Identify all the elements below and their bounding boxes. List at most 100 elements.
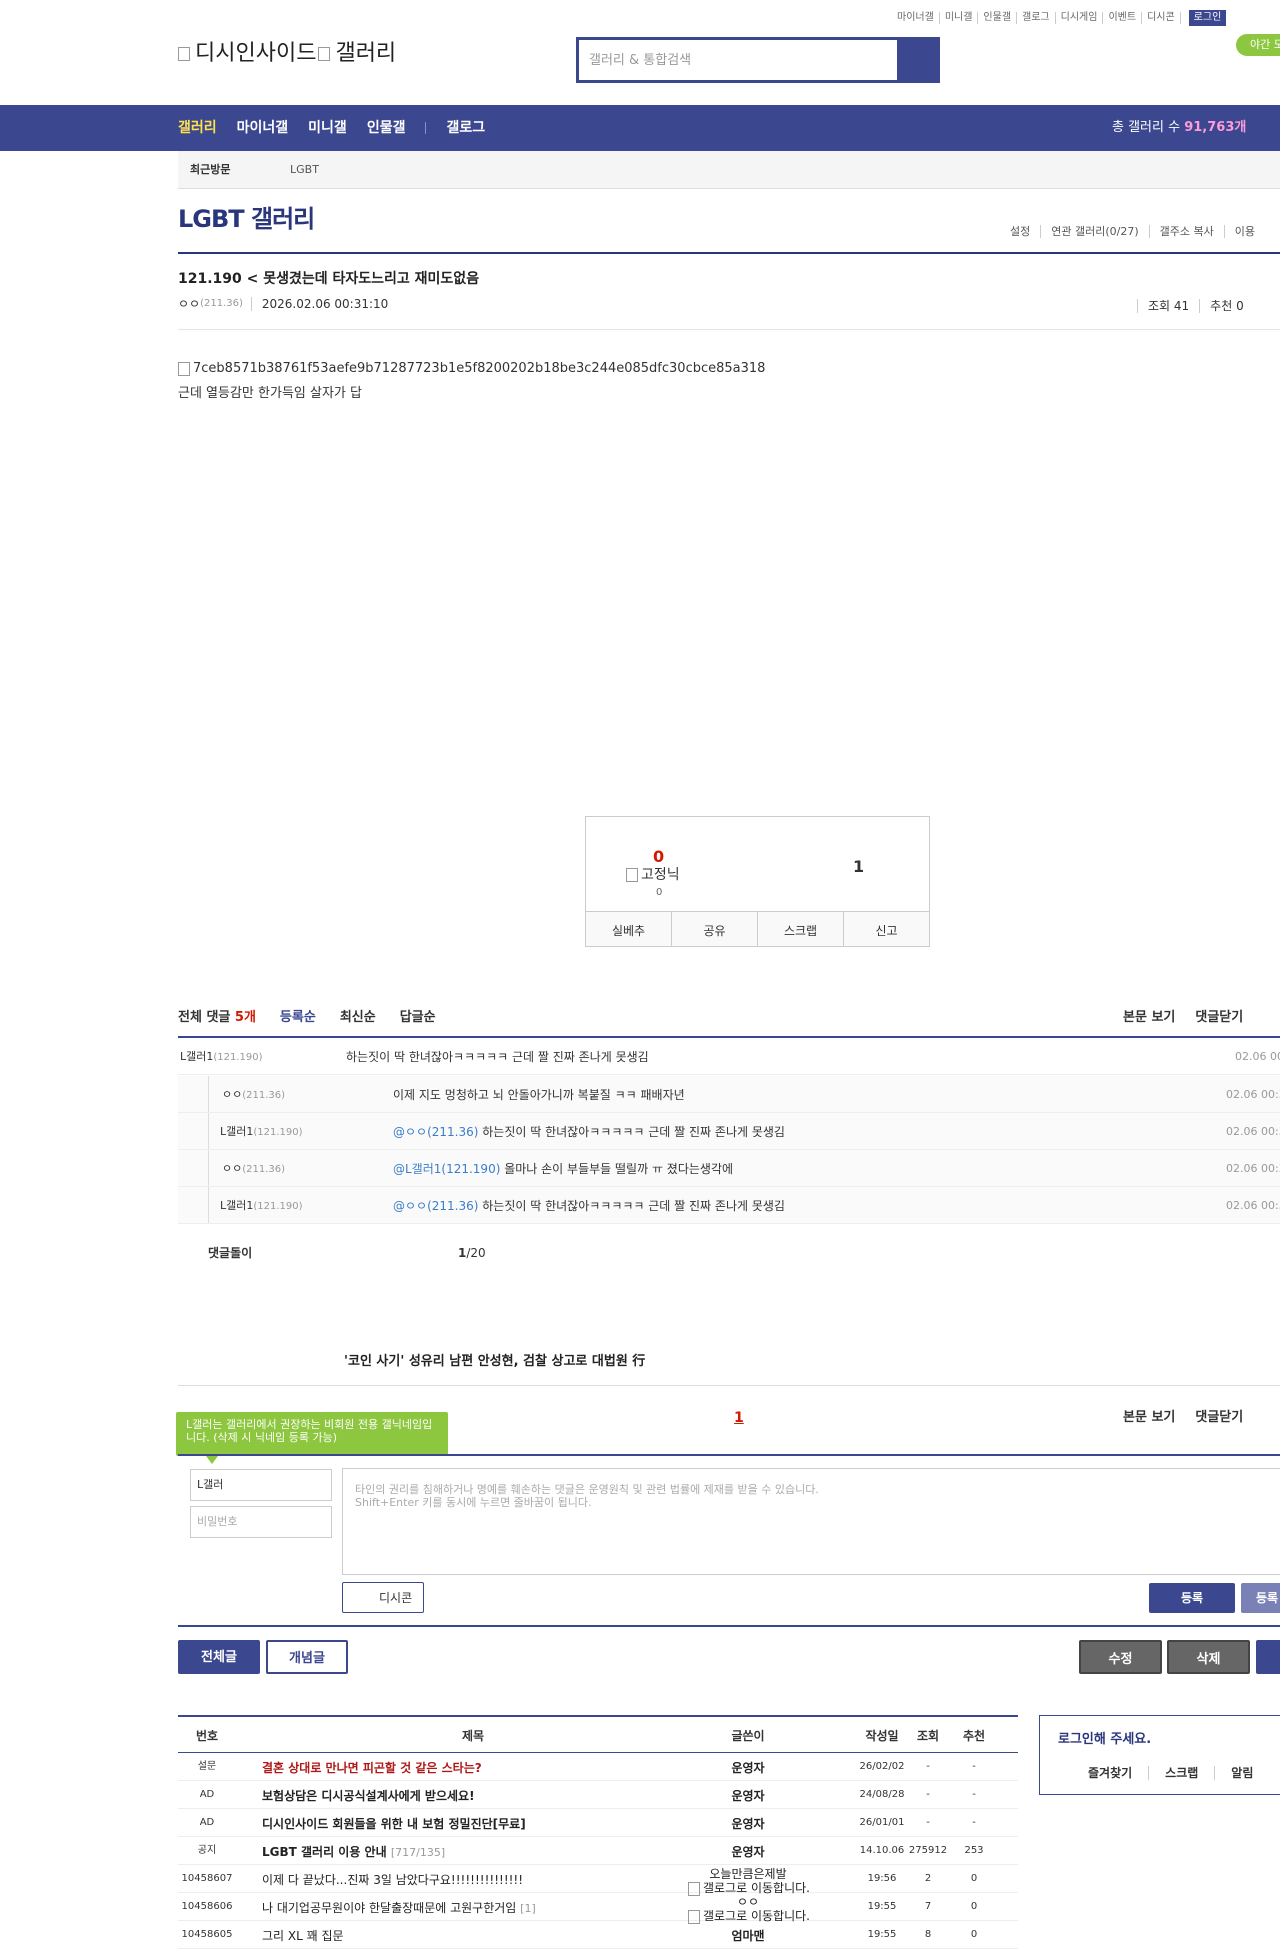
search-input[interactable]: 갤러리 & 통합검색 [579, 40, 897, 80]
close-comments-link-bottom[interactable]: 댓글닫기 [1195, 1410, 1243, 1426]
recommend-down-count[interactable]: 1 [853, 857, 864, 876]
best-recommend-button[interactable]: 실베추 [586, 912, 672, 946]
comment-bot-fold[interactable]: 댓글돌이 [208, 1246, 252, 1260]
sort-by-latest[interactable]: 최신순 [340, 1010, 376, 1026]
nav-mini-gallery[interactable]: 미니갤 [308, 120, 347, 137]
post-list-writer[interactable]: 운영자 [688, 1789, 808, 1803]
post-list-writer-name[interactable]: 엄마맨 [731, 1929, 764, 1943]
post-list-title[interactable]: 나 대기업공무원이야 한달출장때문에 고원구한거임 [1] [262, 1901, 536, 1915]
util-dccon-link[interactable]: 디시콘 [1142, 12, 1181, 24]
post-list-title-text[interactable]: 보험상담은 디시공식설계사에게 받으세요! [262, 1789, 475, 1803]
util-gallog-link[interactable]: 갤로그 [1017, 12, 1056, 24]
sort-by-reply[interactable]: 답글순 [400, 1010, 436, 1026]
util-dcgame-link[interactable]: 디시게임 [1056, 12, 1104, 24]
post-author-ip: (211.36) [200, 298, 243, 310]
comment-nick[interactable]: L갤러1(121.190) [220, 1125, 303, 1139]
post-list-writer-name[interactable]: ㅇㅇ [737, 1895, 759, 1909]
comment-header: 전체 댓글 5개 등록순 최신순 답글순 [178, 1010, 1280, 1026]
comment-nick[interactable]: L갤러1(121.190) [180, 1050, 263, 1064]
post-list-writer[interactable]: ㅇㅇ 갤로그로 이동합니다. [688, 1895, 810, 1924]
util-event-link[interactable]: 이벤트 [1103, 12, 1143, 24]
util-person-gallery-link[interactable]: 인물갤 [978, 12, 1018, 24]
delete-button[interactable]: 삭제 [1167, 1640, 1250, 1674]
post-list-writer[interactable]: 운영자 [688, 1817, 808, 1831]
post-list-title-text[interactable]: 나 대기업공무원이야 한달출장때문에 고원구한거임 [262, 1901, 516, 1915]
copy-gallery-url-link[interactable]: 갤주소 복사 [1148, 225, 1224, 239]
gallery-title[interactable]: LGBT 갤러리 [178, 205, 315, 234]
night-mode-toggle[interactable]: 야간 모 [1236, 34, 1280, 56]
recent-visit-item[interactable]: LGBT [290, 163, 319, 176]
view-post-link-bottom[interactable]: 본문 보기 [1123, 1410, 1175, 1426]
post-list-writer-name[interactable]: 운영자 [731, 1761, 764, 1775]
nav-minor-gallery[interactable]: 마이너갤 [237, 120, 289, 137]
edit-button[interactable]: 수정 [1079, 1640, 1162, 1674]
post-list-title[interactable]: 그리 XL 꽤 집문 [262, 1929, 344, 1943]
gallery-usage-link[interactable]: 이용 [1223, 225, 1265, 239]
view-post-link[interactable]: 본문 보기 [1123, 1010, 1175, 1026]
post-list-title[interactable]: 디시인사이드 회원들을 위한 내 보험 정밀진단[무료] [262, 1817, 526, 1831]
scrap-button[interactable]: 스크랩 [758, 912, 844, 946]
site-logo[interactable]: 디시인사이드 갤러리 [178, 41, 396, 67]
reply-row: ㅇㅇ(211.36) 이제 지도 멍청하고 뇌 안돌아가니까 복붙질 ㅋㅋ 패배… [178, 1076, 1280, 1113]
post-list-title-text[interactable]: 디시인사이드 회원들을 위한 내 보험 정밀진단[무료] [262, 1817, 526, 1831]
password-input[interactable]: 비밀번호 [190, 1506, 332, 1538]
post-list-title-text[interactable]: 결혼 상대로 만나면 피곤할 것 같은 스타는? [262, 1761, 482, 1775]
close-comments-link[interactable]: 댓글닫기 [1195, 1010, 1243, 1026]
all-posts-button[interactable]: 전체글 [178, 1640, 260, 1674]
util-mini-gallery-link[interactable]: 미니갤 [940, 12, 979, 24]
register-and-recommend-button[interactable]: 등록 [1241, 1583, 1280, 1613]
share-button[interactable]: 공유 [672, 912, 758, 946]
recommend-up-count[interactable]: 0 [653, 847, 664, 866]
post-list-title[interactable]: LGBT 갤러리 이용 안내 [717/135] [262, 1845, 445, 1859]
post-list-title[interactable]: 결혼 상대로 만나면 피곤할 것 같은 스타는? [262, 1761, 482, 1775]
post-list-title-text[interactable]: LGBT 갤러리 이용 안내 [262, 1845, 387, 1859]
post-list-reply-count[interactable]: [1] [520, 1902, 536, 1915]
post-list-writer[interactable]: 운영자 [688, 1761, 808, 1775]
col-date: 작성일 [865, 1729, 899, 1743]
write-button[interactable] [1256, 1640, 1280, 1674]
scrap-link[interactable]: 스크랩 [1148, 1766, 1214, 1781]
broken-image-icon [626, 868, 638, 882]
post-list-reply-count[interactable]: [717/135] [391, 1846, 445, 1859]
register-button[interactable]: 등록 [1149, 1583, 1235, 1613]
post-author[interactable]: ㅇㅇ [178, 297, 200, 311]
post-number: 공지 [197, 1845, 217, 1856]
recent-visit-title[interactable]: 최근방문 [190, 163, 230, 176]
comment-nick[interactable]: ㅇㅇ(211.36) [222, 1162, 285, 1176]
comment-nick[interactable]: ㅇㅇ(211.36) [222, 1088, 285, 1102]
comment-textarea-hint: Shift+Enter 키를 동시에 누르면 줄바꿈이 됩니다. [355, 1496, 592, 1510]
nav-gallog[interactable]: 갤로그 [446, 120, 485, 137]
nickname-input[interactable]: L갤러 [190, 1469, 332, 1501]
util-minor-gallery-link[interactable]: 마이너갤 [892, 12, 940, 24]
related-gallery-link[interactable]: 연관 갤러리(0/27) [1040, 225, 1148, 239]
login-prompt[interactable]: 로그인해 주세요. [1058, 1732, 1151, 1748]
nav-gallery[interactable]: 갤러리 [178, 120, 217, 137]
post-list-writer-name[interactable]: 운영자 [731, 1817, 764, 1831]
search-button[interactable] [897, 40, 937, 80]
best-posts-button[interactable]: 개념글 [266, 1640, 348, 1674]
notifications-link[interactable]: 알림 [1214, 1766, 1269, 1781]
post-image[interactable]: 7ceb8571b38761f53aefe9b71287723b1e5f8200… [178, 361, 765, 377]
post-list-writer-name[interactable]: 운영자 [731, 1789, 764, 1803]
dccon-button[interactable]: 디시콘 [342, 1582, 424, 1613]
post-list-writer[interactable]: 엄마맨 [688, 1929, 808, 1943]
comment-nick[interactable]: L갤러1(121.190) [220, 1199, 303, 1213]
post-list-writer[interactable]: 운영자 [688, 1845, 808, 1859]
report-button[interactable]: 신고 [844, 912, 929, 946]
post-list-title[interactable]: 보험상담은 디시공식설계사에게 받으세요! [262, 1789, 475, 1803]
post-list-writer[interactable]: 오늘만큼은제발 갤로그로 이동합니다. [688, 1867, 810, 1896]
post-list-title[interactable]: 이제 다 끝났다...진짜 3일 남았다구요!!!!!!!!!!!!!!! [262, 1873, 523, 1887]
post-list-writer-name[interactable]: 오늘만큼은제발 [709, 1867, 786, 1881]
news-headline[interactable]: '코인 사기' 성유리 남편 안성현, 검찰 상고로 대법원 行 [344, 1354, 645, 1370]
post-list-row: 설문 결혼 상대로 만나면 피곤할 것 같은 스타는? 운영자 26/02/02 - - [178, 1753, 1018, 1781]
post-list-writer-name[interactable]: 운영자 [731, 1845, 764, 1859]
nav-person-gallery[interactable]: 인물갤 [367, 120, 406, 137]
login-button[interactable]: 로그인 [1188, 10, 1227, 26]
post-list-title-text[interactable]: 이제 다 끝났다...진짜 3일 남았다구요!!!!!!!!!!!!!!! [262, 1873, 523, 1887]
post-list-title-text[interactable]: 그리 XL 꽤 집문 [262, 1929, 344, 1943]
favorites-link[interactable]: 즐겨찾기 [1088, 1766, 1148, 1780]
comment-page-number[interactable]: 1 [734, 1410, 744, 1427]
comment-textarea[interactable]: 타인의 권리를 침해하거나 명예를 훼손하는 댓글은 운영원칙 및 관련 법률에… [342, 1468, 1280, 1575]
gallery-settings-link[interactable]: 설정 [1000, 225, 1040, 238]
sort-by-register[interactable]: 등록순 [280, 1010, 316, 1026]
